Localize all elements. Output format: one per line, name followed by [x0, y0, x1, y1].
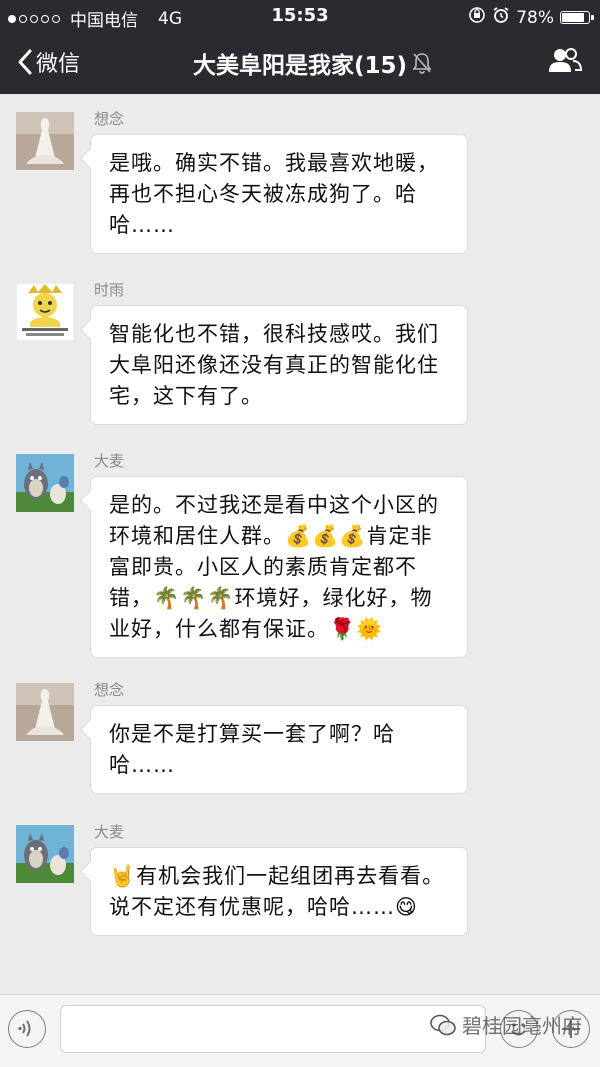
status-bar: 中国电信 4G 15:53 78%: [0, 0, 600, 32]
group-members-icon: [549, 48, 583, 72]
message-text: 🤘有机会我们一起组团再去看看。说不定还有优惠呢，哈哈……😋: [109, 864, 445, 919]
message-text: 是哦。确实不错。我最喜欢地暖，再也不担心冬天被冻成狗了。哈哈……: [109, 151, 439, 237]
message-text: 是的。不过我还是看中这个小区的环境和居住人群。💰💰💰肯定非富即贵。小区人的素质肯…: [109, 493, 439, 641]
battery-icon: [560, 11, 594, 24]
totoro-avatar[interactable]: [16, 825, 74, 883]
message-input[interactable]: [60, 1005, 486, 1053]
message-bubble[interactable]: 🤘有机会我们一起组团再去看看。说不定还有优惠呢，哈哈……😋: [90, 847, 468, 936]
top-bar: 中国电信 4G 15:53 78% 微信 大美阜阳是我家(15): [0, 0, 600, 94]
message-text: 智能化也不错，很科技感哎。我们大阜阳还像还没有真正的智能化住宅，这下有了。: [109, 322, 439, 408]
chat-title: 大美阜阳是我家(15): [192, 53, 408, 79]
voice-icon: [18, 1020, 31, 1037]
wechat-logo-icon: [430, 1014, 456, 1035]
voice-input-button[interactable]: [8, 1010, 46, 1048]
group-members-button[interactable]: [548, 46, 583, 78]
wedding-dress-avatar[interactable]: [16, 112, 74, 170]
sender-name: 想念: [94, 681, 125, 699]
message-bubble[interactable]: 是的。不过我还是看中这个小区的环境和居住人群。💰💰💰肯定非富即贵。小区人的素质肯…: [90, 476, 468, 658]
sender-name: 大麦: [94, 452, 125, 470]
watermark: 碧桂园亳州府: [430, 1010, 582, 1039]
battery-percent: 78%: [516, 7, 554, 28]
sender-name: 大麦: [94, 823, 125, 841]
orientation-lock-icon: [468, 6, 486, 29]
message-bubble[interactable]: 你是不是打算买一套了啊？哈哈……: [90, 705, 468, 794]
cartoon-meme-avatar[interactable]: [16, 283, 74, 341]
message-bubble[interactable]: 智能化也不错，很科技感哎。我们大阜阳还像还没有真正的智能化住宅，这下有了。: [90, 305, 468, 425]
watermark-text: 碧桂园亳州府: [462, 1014, 582, 1038]
sender-name: 想念: [94, 110, 125, 128]
nav-bar: 微信 大美阜阳是我家(15): [0, 32, 600, 94]
message-bubble[interactable]: 是哦。确实不错。我最喜欢地暖，再也不担心冬天被冻成狗了。哈哈……: [90, 134, 468, 254]
totoro-avatar[interactable]: [16, 454, 74, 512]
alarm-icon: [492, 6, 510, 29]
message-text: 你是不是打算买一套了啊？哈哈……: [109, 722, 395, 777]
mute-bell-icon: [412, 52, 432, 78]
sender-name: 时雨: [94, 281, 125, 299]
wedding-dress-avatar[interactable]: [16, 683, 74, 741]
